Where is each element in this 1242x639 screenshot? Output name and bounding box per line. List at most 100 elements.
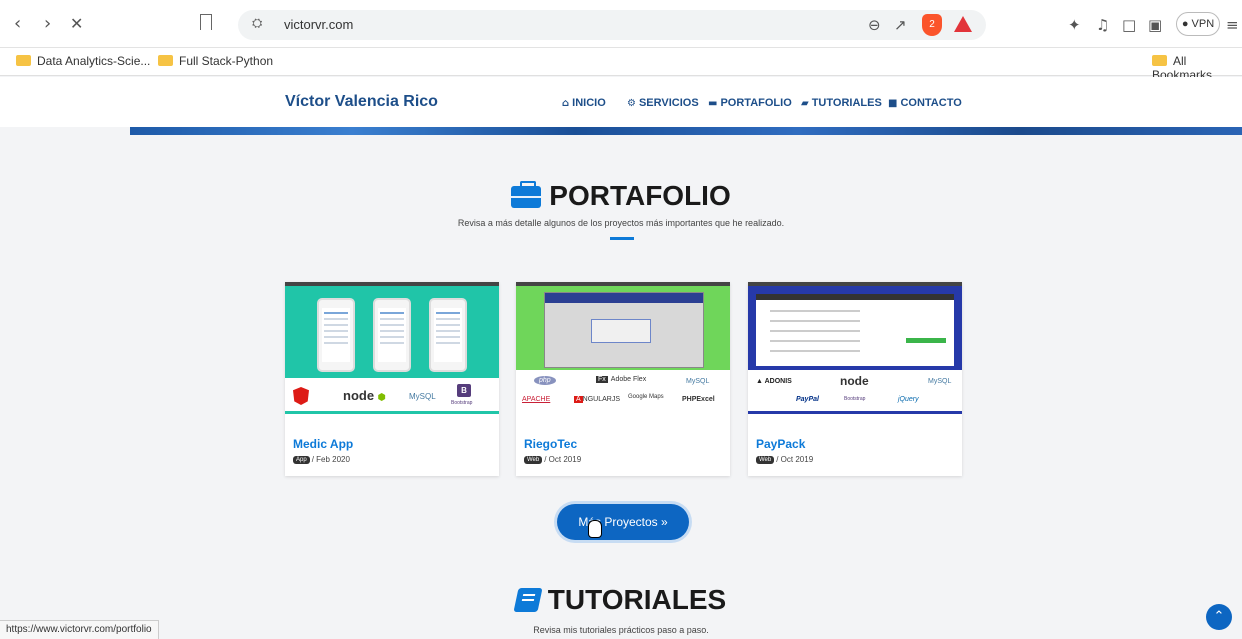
project-thumbnail[interactable]: php Fx Adobe Flex MySQL APACHE A NGULARJS …: [516, 282, 730, 414]
bookmark-label: Full Stack-Python: [179, 54, 274, 68]
app-screenshot: [516, 286, 730, 370]
contact-card-icon: ■: [888, 98, 898, 109]
nav-contacto[interactable]: ■ CONTACTO: [888, 97, 962, 109]
forward-icon[interactable]: ›: [44, 14, 51, 34]
tutorials-title: TUTORIALES: [0, 584, 1242, 616]
node-logo: node ⬢: [343, 388, 386, 403]
list-row: [770, 320, 860, 322]
tutorials-subtitle: Revisa mis tutoriales prácticos paso a p…: [533, 625, 709, 635]
jquery-logo: jQuery: [898, 396, 919, 403]
project-meta: Web / Oct 2019: [756, 455, 813, 464]
cogs-icon: ⚙: [627, 98, 636, 109]
wallet-icon[interactable]: ▣: [1148, 16, 1162, 34]
tutorials-title-text: TUTORIALES: [547, 584, 727, 615]
status-bar-url: https://www.victorvr.com/portfolio: [0, 620, 159, 639]
media-icon[interactable]: ♫: [1096, 16, 1109, 34]
bookmark-page-icon[interactable]: [200, 14, 212, 30]
site-navbar: Víctor Valencia Rico ⌂ INICIO ⚙ SERVICIOS …: [0, 77, 1242, 127]
nav-label: PORTAFOLIO: [720, 97, 792, 109]
nav-servicios[interactable]: ⚙ SERVICIOS: [627, 97, 699, 109]
zoom-out-icon[interactable]: ⊖: [868, 16, 881, 34]
browser-toolbar: ‹ › ✕ ⛭ victorvr.com ⊖ ↗ 2 ✦ ♫ □ ▣ ● VPN…: [0, 0, 1242, 48]
menu-icon[interactable]: ≡: [1226, 16, 1239, 34]
bookmark-folder-data-analytics[interactable]: Data Analytics-Scie...: [16, 54, 150, 70]
brave-rewards-icon[interactable]: [954, 16, 972, 32]
bootstrap-logo-icon: B: [457, 384, 471, 397]
project-tag: Web: [756, 456, 775, 464]
project-thumbnail[interactable]: node ⬢ MySQL B Bootstrap: [285, 282, 499, 414]
address-bar[interactable]: ⛭ victorvr.com ⊖ ↗: [238, 10, 986, 40]
project-card-riegotec[interactable]: php Fx Adobe Flex MySQL APACHE A NGULARJS …: [516, 282, 730, 476]
extensions-icon[interactable]: ✦: [1068, 16, 1081, 34]
brave-shields-icon[interactable]: 2: [922, 14, 942, 36]
project-meta: Web / Oct 2019: [524, 455, 581, 464]
nav-label: SERVICIOS: [638, 97, 699, 109]
list-row: [770, 330, 860, 332]
node-logo: node: [840, 374, 869, 388]
stop-icon[interactable]: ✕: [70, 14, 83, 34]
list-row: [770, 350, 860, 352]
back-icon[interactable]: ‹: [14, 14, 21, 34]
all-bookmarks-folder[interactable]: All Bookmarks: [1152, 54, 1242, 82]
portfolio-title-text: PORTAFOLIO: [549, 180, 731, 211]
mysql-logo: MySQL: [686, 378, 710, 385]
mysql-logo: MySQL: [409, 392, 436, 401]
more-projects-button[interactable]: Más Proyectos »: [557, 504, 689, 540]
share-icon[interactable]: ↗: [894, 16, 907, 34]
logo-text: ADONIS: [764, 378, 792, 385]
briefcase-icon: [511, 181, 542, 208]
bootstrap-logo-text: Bootstrap: [451, 400, 473, 406]
tech-logos: php Fx Adobe Flex MySQL APACHE A NGULARJS …: [516, 370, 730, 414]
nav-label: TUTORIALES: [811, 97, 882, 109]
phone-mockup: [429, 298, 467, 372]
tech-logos: node ⬢ MySQL B Bootstrap: [285, 378, 499, 414]
url-text[interactable]: victorvr.com: [284, 17, 353, 32]
app-window-bar: [756, 294, 954, 300]
project-title[interactable]: PayPack: [756, 437, 805, 451]
portfolio-title: PORTAFOLIO: [0, 180, 1242, 212]
section-divider: [610, 237, 634, 240]
google-maps-logo: Google Maps: [628, 394, 664, 400]
book-icon: ▰: [801, 98, 809, 109]
nav-inicio[interactable]: ⌂ INICIO: [562, 97, 606, 109]
project-date: / Oct 2019: [776, 455, 814, 464]
mysql-logo: MySQL: [928, 378, 952, 385]
app-window: [544, 292, 704, 368]
mobile-mockups: [285, 286, 499, 378]
project-card-medic-app[interactable]: node ⬢ MySQL B Bootstrap Medic App App / …: [285, 282, 499, 476]
project-tag: App: [293, 456, 310, 464]
home-icon: ⌂: [562, 98, 570, 109]
apache-logo: APACHE: [522, 396, 551, 403]
folder-icon: [16, 55, 31, 66]
phpexcel-logo: PHPExcel: [682, 396, 715, 403]
app-screenshot: [748, 286, 962, 370]
project-title[interactable]: Medic App: [293, 437, 353, 451]
project-card-paypack[interactable]: ▲ ADONIS node MySQL PayPal Bootstrap jQu…: [748, 282, 962, 476]
scroll-to-top-button[interactable]: ⌃: [1206, 604, 1232, 630]
bookmark-folder-full-stack[interactable]: Full Stack-Python: [158, 54, 273, 70]
bookmark-label: Data Analytics-Scie...: [37, 54, 151, 68]
project-meta: App / Feb 2020: [293, 455, 350, 464]
tech-logos: ▲ ADONIS node MySQL PayPal Bootstrap jQu…: [748, 370, 962, 414]
vpn-button[interactable]: ● VPN: [1176, 12, 1220, 36]
phone-mockup: [317, 298, 355, 372]
list-row: [770, 340, 860, 342]
adonis-logo: ▲ ADONIS: [756, 378, 792, 385]
nav-tutoriales[interactable]: ▰ TUTORIALES: [801, 97, 882, 109]
bootstrap-logo: Bootstrap: [844, 396, 866, 402]
list-row: [770, 310, 860, 312]
site-brand[interactable]: Víctor Valencia Rico: [285, 93, 438, 111]
briefcase-icon: ▬: [708, 98, 718, 109]
checkout-button-mock: [906, 338, 946, 343]
portfolio-subtitle: Revisa a más detalle algunos de los proy…: [457, 218, 785, 228]
project-thumbnail[interactable]: ▲ ADONIS node MySQL PayPal Bootstrap jQu…: [748, 282, 962, 414]
hero-image-strip: [130, 127, 1242, 135]
site-info-icon[interactable]: ⛭: [252, 16, 262, 31]
folder-icon: [1152, 55, 1167, 66]
paypal-logo: PayPal: [796, 396, 819, 403]
book-icon: [513, 588, 543, 612]
phone-mockup: [373, 298, 411, 372]
project-title[interactable]: RiegoTec: [524, 437, 577, 451]
nav-portafolio[interactable]: ▬ PORTAFOLIO: [708, 97, 792, 109]
sidebar-icon[interactable]: □: [1122, 16, 1136, 34]
